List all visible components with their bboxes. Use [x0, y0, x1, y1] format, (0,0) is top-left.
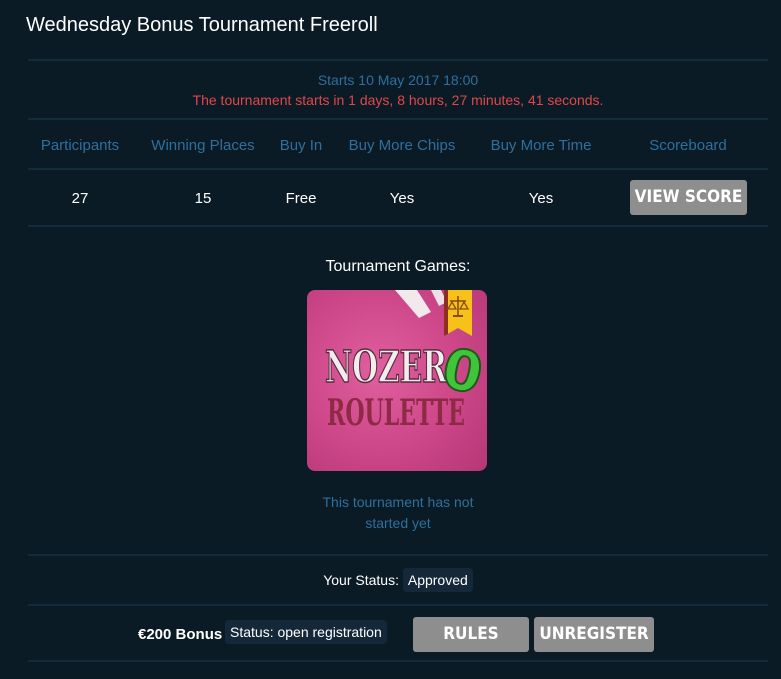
winning-places-value: 15: [194, 190, 212, 207]
header-buy-in: Buy In: [279, 137, 323, 154]
participants-value: 27: [71, 190, 89, 207]
unregister-button[interactable]: UNREGISTER: [534, 617, 654, 652]
game-logo: NOZER 0 ROULETTE: [324, 290, 487, 434]
buy-more-time-value: Yes: [528, 190, 554, 207]
divider: [28, 660, 768, 662]
your-status-row: Your Status: Approved: [28, 568, 768, 592]
your-status-label: Your Status:: [323, 572, 399, 588]
logo-line1: NOZER: [325, 342, 447, 393]
not-started-line-2: started yet: [365, 515, 431, 531]
rules-button[interactable]: RULES: [413, 617, 529, 652]
divider: [28, 59, 768, 61]
header-scoreboard: Scoreboard: [649, 137, 727, 154]
page-title: Wednesday Bonus Tournament Freeroll: [26, 14, 378, 36]
header-participants: Participants: [40, 137, 120, 154]
header-buy-more-chips: Buy More Chips: [348, 137, 456, 154]
logo-line2: ROULETTE: [327, 392, 465, 434]
bonus-name: €200 Bonus: [138, 626, 223, 643]
status-badge: Approved: [402, 568, 473, 592]
divider: [28, 118, 768, 120]
view-score-button[interactable]: VIEW SCORE: [630, 180, 747, 215]
countdown-text: The tournament starts in 1 days, 8 hours…: [192, 92, 604, 108]
header-buy-more-time: Buy More Time: [490, 137, 592, 154]
divider: [28, 168, 768, 170]
tournament-games-label: Tournament Games:: [325, 258, 471, 275]
buy-more-chips-value: Yes: [389, 190, 415, 207]
divider: [28, 225, 768, 227]
not-started-line-1: This tournament has not: [322, 494, 474, 510]
buy-in-value: Free: [285, 190, 317, 207]
divider: [28, 554, 768, 556]
start-date: Starts 10 May 2017 18:00: [317, 72, 479, 88]
header-winning-places: Winning Places: [151, 137, 255, 154]
not-started-message: This tournament has not started yet: [28, 492, 768, 534]
scales-icon: [444, 290, 472, 336]
nozero-roulette-game-tile[interactable]: NOZER 0 ROULETTE: [307, 290, 487, 471]
divider: [28, 604, 768, 606]
registration-status-badge: Status: open registration: [225, 620, 387, 644]
